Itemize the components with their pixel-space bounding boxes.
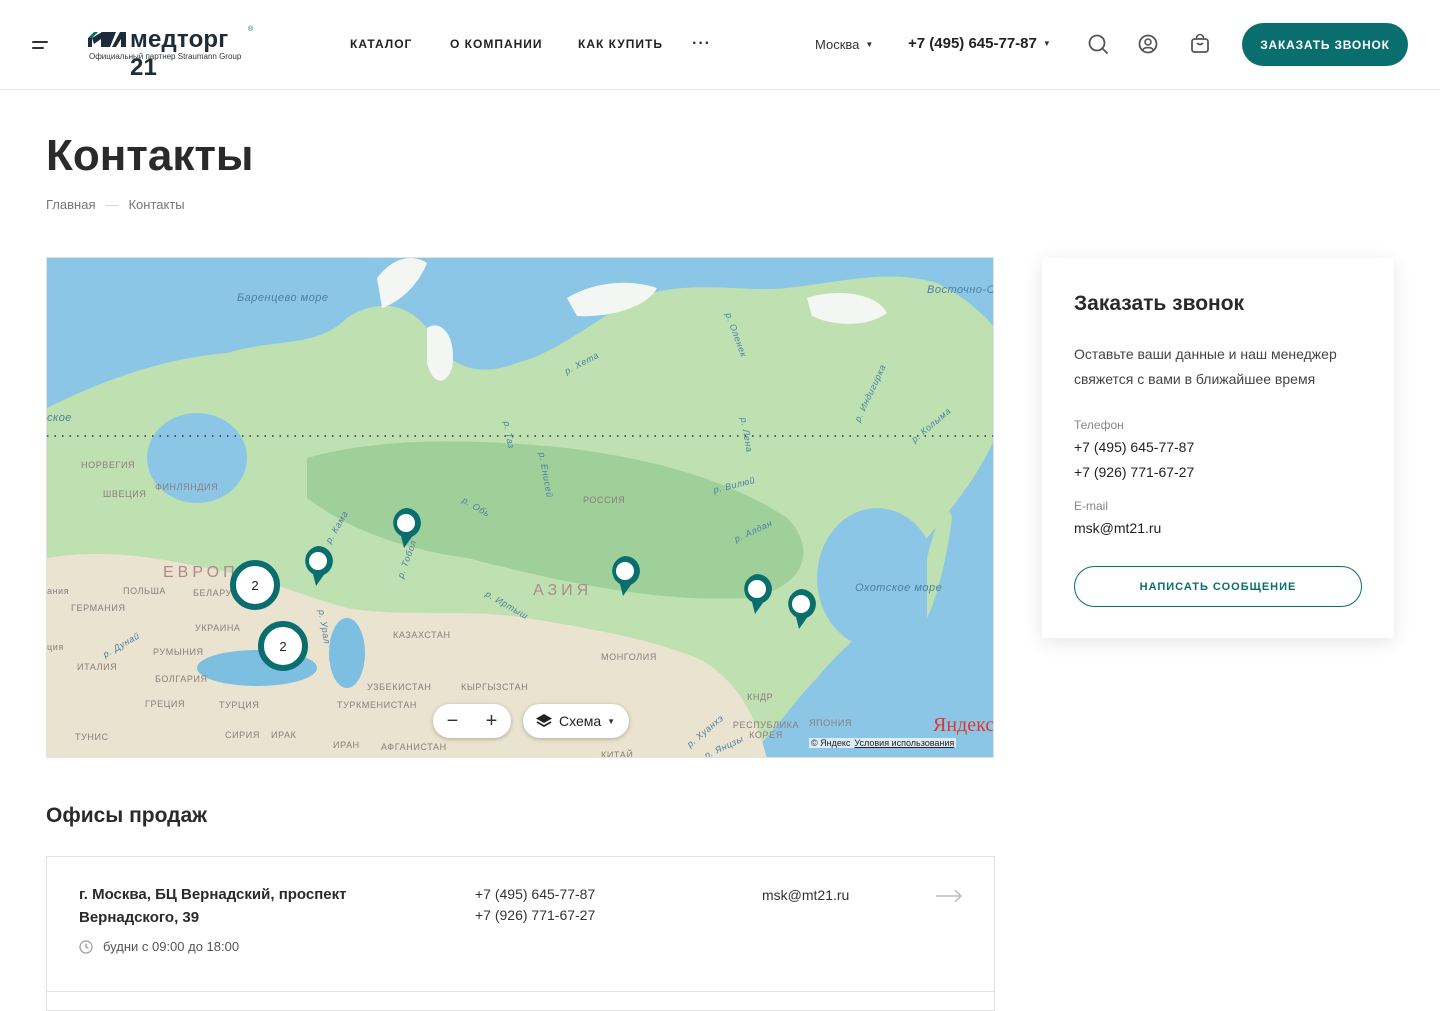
office-phone-2[interactable]: +7 (926) 771-67-27 — [475, 907, 595, 923]
map-label-afghanistan: АФГАНИСТАН — [381, 742, 447, 752]
callback-title: Заказать звонок — [1074, 292, 1245, 315]
logo[interactable]: медторг 21 ® Официальный партнер Strauma… — [88, 26, 258, 81]
city-selector[interactable]: Москва ▼ — [815, 37, 873, 52]
layers-icon — [536, 714, 552, 728]
map-label-east-siberian-sea: Восточно-Сибирское море — [927, 284, 993, 296]
map-label-uzbekistan: УЗБЕКИСТАН — [367, 682, 432, 692]
map-terms-link[interactable]: Условия использования — [854, 738, 954, 748]
office-card[interactable] — [46, 991, 995, 1011]
map-label-mongolia: МОНГОЛИЯ — [601, 652, 657, 662]
site-header: медторг 21 ® Официальный партнер Strauma… — [0, 0, 1440, 90]
map-pin-icon[interactable] — [389, 506, 423, 550]
map-label-iraq: ИРАК — [271, 730, 297, 740]
map-label-poland: ПОЛЬША — [123, 586, 167, 596]
map-label-norway: НОРВЕГИЯ — [81, 460, 136, 470]
caret-down-icon: ▼ — [865, 40, 874, 49]
map-zoom-control: − + — [433, 704, 511, 738]
nav-how-to-buy[interactable]: КАК КУПИТЬ — [578, 37, 663, 51]
map-pin-icon[interactable] — [608, 554, 642, 598]
map-label-iran: ИРАН — [333, 740, 360, 750]
zoom-in-button[interactable]: + — [472, 704, 511, 738]
office-hours-text: будни с 09:00 до 18:00 — [103, 939, 240, 954]
map-label-finland: ФИНЛЯНДИЯ — [155, 482, 219, 492]
order-call-button[interactable]: ЗАКАЗАТЬ ЗВОНОК — [1242, 23, 1408, 66]
phone-label: Телефон — [1074, 418, 1124, 432]
map-pin-icon[interactable] — [301, 544, 335, 588]
callback-phone-2[interactable]: +7 (926) 771-67-27 — [1074, 464, 1194, 480]
cart-icon[interactable] — [1189, 33, 1211, 55]
map-label-turkmenistan: ТУРКМЕНИСТАН — [337, 700, 418, 710]
map-label-japan: ЯПОНИЯ — [809, 718, 853, 728]
caret-down-icon: ▼ — [607, 716, 616, 726]
map-label-left-2: ция — [47, 642, 64, 652]
map-label-romania: РУМЫНИЯ — [153, 647, 204, 657]
office-phone-1[interactable]: +7 (495) 645-77-87 — [475, 886, 595, 902]
header-phone[interactable]: +7 (495) 645-77-87 ▼ — [908, 35, 1051, 52]
map-cluster[interactable]: 2 — [230, 560, 280, 610]
office-card[interactable]: г. Москва, БЦ Вернадский, проспект Верна… — [46, 856, 995, 992]
map-label-italy: ИТАЛИЯ — [77, 662, 118, 672]
nav-more-button[interactable]: ··· — [692, 35, 711, 53]
map-label-okhotsk-sea: Охотское море — [855, 582, 943, 594]
map-label-greece: ГРЕЦИЯ — [145, 699, 186, 709]
map-label-europe: ЕВРОП — [163, 564, 239, 581]
map-layer-selector[interactable]: Схема ▼ — [523, 704, 629, 738]
nav-catalog[interactable]: КАТАЛОГ — [350, 37, 412, 51]
callback-email[interactable]: msk@mt21.ru — [1074, 520, 1161, 536]
clock-icon — [79, 939, 93, 954]
write-message-button[interactable]: НАПИСАТЬ СООБЩЕНИЕ — [1074, 566, 1362, 607]
breadcrumb: Главная — Контакты — [46, 197, 185, 212]
header-phone-number: +7 (495) 645-77-87 — [908, 35, 1037, 52]
map-label-china: КИТАЙ — [601, 750, 634, 758]
yandex-logo: Яндекс — [933, 714, 994, 736]
callback-phone-1[interactable]: +7 (495) 645-77-87 — [1074, 439, 1194, 455]
map-label-germany: ГЕРМАНИЯ — [71, 603, 126, 613]
map-pin-icon[interactable] — [784, 587, 818, 631]
logo-mark-icon — [88, 32, 126, 47]
map-label-barents-sea: Баренцево море — [237, 292, 329, 304]
map-label-left-1: ания — [47, 586, 70, 596]
zoom-out-button[interactable]: − — [433, 704, 472, 738]
map-copyright-text: © Яндекс — [811, 738, 851, 748]
map-label-bulgaria: БОЛГАРИЯ — [155, 674, 208, 684]
office-map[interactable]: Баренцево море Восточно-Сибирское море О… — [46, 257, 994, 758]
map-label-tunisia: ТУНИС — [75, 732, 109, 742]
map-layer-label: Схема — [559, 713, 602, 729]
caret-down-icon: ▼ — [1042, 39, 1051, 48]
map-label-kyrgyzstan: КЫРГЫЗСТАН — [461, 682, 529, 692]
map-label-russia: РОССИЯ — [583, 495, 626, 505]
search-icon[interactable] — [1087, 33, 1109, 55]
page-title: Контакты — [46, 131, 254, 180]
map-label-dprk: КНДР — [747, 692, 774, 702]
map-label-syria: СИРИЯ — [225, 730, 260, 740]
logo-subtitle: Официальный партнер Straumann Group — [89, 52, 242, 61]
map-label-sweden: ШВЕЦИЯ — [103, 489, 147, 499]
callback-description: Оставьте ваши данные и наш менеджер свяж… — [1074, 346, 1337, 387]
breadcrumb-current: Контакты — [128, 197, 185, 212]
map-label-turkey: ТУРЦИЯ — [219, 700, 260, 710]
nav-about[interactable]: О КОМПАНИИ — [450, 37, 543, 51]
map-label-kazakhstan: КАЗАХСТАН — [393, 630, 451, 640]
map-pin-icon[interactable] — [740, 572, 774, 616]
arrow-right-icon[interactable] — [935, 889, 963, 903]
city-label: Москва — [815, 37, 860, 52]
map-cluster[interactable]: 2 — [258, 621, 308, 671]
map-label-sea-left: ское — [47, 412, 72, 424]
menu-icon[interactable] — [32, 40, 50, 50]
breadcrumb-home[interactable]: Главная — [46, 197, 95, 212]
email-label: E-mail — [1074, 499, 1109, 513]
logo-registered-mark: ® — [248, 26, 254, 33]
office-address[interactable]: г. Москва, БЦ Вернадский, проспект Верна… — [79, 883, 399, 929]
office-email[interactable]: msk@mt21.ru — [762, 887, 849, 903]
map-label-asia: АЗИЯ — [533, 582, 593, 599]
office-hours: будни с 09:00 до 18:00 — [79, 939, 239, 954]
map-label-ukraine: УКРАИНА — [195, 623, 241, 633]
offices-title: Офисы продаж — [46, 804, 208, 827]
user-icon[interactable] — [1137, 33, 1159, 55]
callback-card: Заказать звонок Оставьте ваши данные и н… — [1042, 258, 1394, 638]
map-label-belarus: БЕЛАРУ — [193, 588, 232, 598]
breadcrumb-separator: — — [105, 197, 119, 212]
map-copyright: © Яндекс Условия использования — [809, 738, 957, 748]
